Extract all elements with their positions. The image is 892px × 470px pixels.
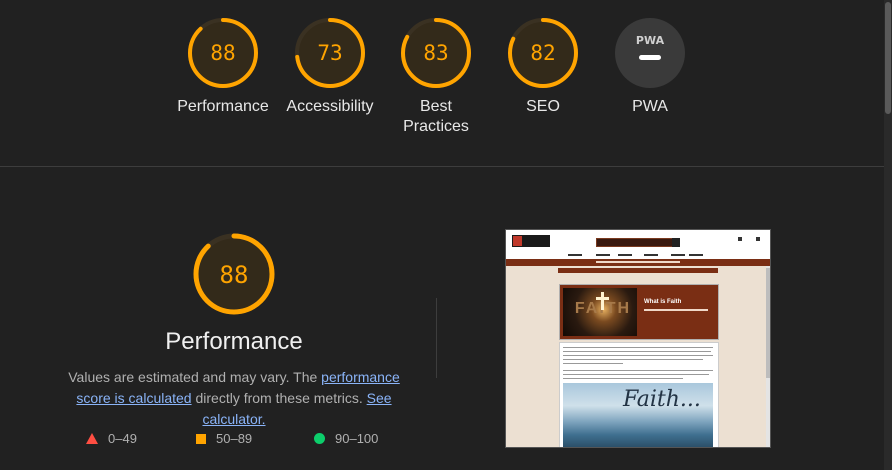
score-legend: 0–49 50–89 90–100: [86, 431, 406, 451]
gauge-label: Accessibility: [286, 98, 374, 115]
legend-range: 90–100: [335, 431, 379, 446]
vertical-divider: [436, 298, 437, 378]
performance-main-gauge: 88: [193, 233, 275, 315]
gauge-pwa[interactable]: PWA PWA: [595, 0, 705, 117]
section-divider: [0, 166, 884, 167]
performance-heading: Performance: [165, 328, 303, 355]
gauge-performance[interactable]: 88 Performance: [168, 0, 278, 117]
performance-score: 88: [210, 41, 235, 65]
performance-description: Values are estimated and may vary. The p…: [55, 367, 413, 430]
article-image: Faith...: [563, 383, 713, 447]
accessibility-score: 73: [317, 41, 342, 65]
legend-range: 0–49: [108, 431, 137, 446]
site-breadcrumb: [558, 268, 718, 273]
site-header: [506, 230, 770, 252]
gauge-best-practices[interactable]: 83 Best Practices: [381, 0, 491, 137]
best-practices-score-ring: 83: [401, 18, 471, 88]
desc-prefix: Values are estimated and may vary. The: [68, 369, 322, 385]
site-logo: [512, 235, 550, 247]
pwa-badge-icon: PWA: [615, 18, 685, 88]
seo-score: 82: [530, 41, 555, 65]
legend-average: 50–89: [196, 431, 252, 446]
accessibility-score-ring: 73: [295, 18, 365, 88]
best-practices-score: 83: [423, 41, 448, 65]
promo-banner: [506, 259, 770, 266]
gauge-label: SEO: [526, 98, 560, 115]
performance-score-ring: 88: [188, 18, 258, 88]
gauge-label: PWA: [632, 98, 668, 115]
performance-main-score: 88: [220, 261, 249, 289]
legend-range: 50–89: [216, 431, 253, 446]
circle-icon: [314, 433, 325, 444]
site-hero: FAITH What is Faith: [559, 284, 719, 340]
thumbnail-scrollbar: [766, 266, 770, 447]
account-icon: [738, 237, 742, 241]
desc-middle: directly from these metrics.: [191, 390, 367, 406]
gauge-seo[interactable]: 82 SEO: [488, 0, 598, 117]
site-nav: [506, 252, 770, 259]
pwa-badge-text: PWA: [636, 34, 665, 47]
final-screenshot-thumbnail[interactable]: FAITH What is Faith Faith...: [505, 229, 771, 448]
legend-fail: 0–49: [86, 431, 137, 446]
legend-pass: 90–100: [314, 431, 378, 446]
hero-title: What is Faith: [644, 299, 682, 305]
site-search-bar: [596, 238, 680, 247]
article-image-script: Faith...: [623, 387, 701, 412]
gauge-accessibility[interactable]: 73 Accessibility: [275, 0, 385, 117]
site-article: Faith...: [559, 342, 719, 447]
triangle-icon: [86, 433, 98, 444]
cart-icon: [756, 237, 760, 241]
gauge-label: Best Practices: [403, 98, 469, 135]
square-icon: [196, 433, 206, 444]
seo-score-ring: 82: [508, 18, 578, 88]
category-gauges-row: 88 Performance 73 Accessibility 83 Best …: [0, 0, 892, 166]
gauge-label: Performance: [177, 98, 269, 115]
hero-image: FAITH: [563, 288, 637, 336]
